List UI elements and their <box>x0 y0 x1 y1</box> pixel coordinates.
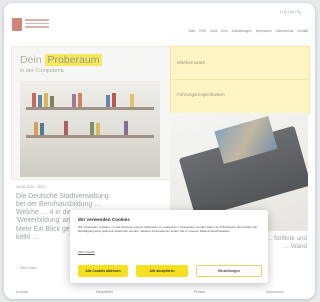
cookie-consent-dialog: Wir verwenden Cookies Wir verwenden Cook… <box>70 210 268 283</box>
cookie-settings-button[interactable]: Einstellungen <box>196 265 262 277</box>
browser-page: f | Q | en | 🔍 Start RSS Links Kino Auss… <box>4 3 315 299</box>
accept-all-cookies-button[interactable]: Alle akzeptieren <box>136 265 188 277</box>
cookie-dialog-text: Wir verwenden Cookies, um die Nutzung un… <box>78 225 258 234</box>
reject-all-cookies-button[interactable]: Alle Cookies ablehnen <box>78 265 128 277</box>
cookie-details-link[interactable]: Mehr Details <box>78 250 95 254</box>
cookie-dialog-title: Wir verwenden Cookies <box>78 217 130 222</box>
